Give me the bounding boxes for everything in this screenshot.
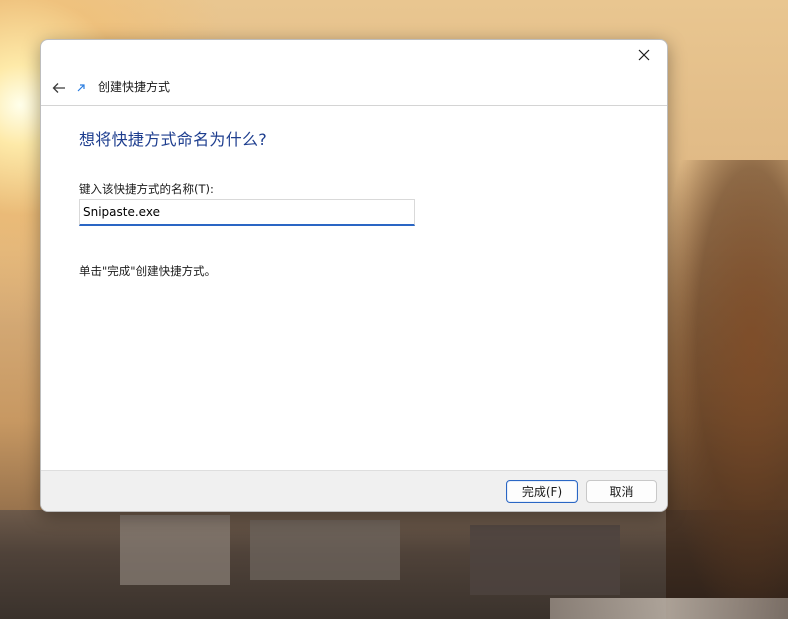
shortcut-name-input[interactable] [79, 199, 415, 226]
close-button[interactable] [621, 40, 667, 70]
finish-hint: 单击"完成"创建快捷方式。 [79, 264, 217, 278]
create-shortcut-dialog: 创建快捷方式 想将快捷方式命名为什么? 键入该快捷方式的名称(T): 单击"完成… [40, 39, 668, 512]
wallpaper-house [470, 525, 620, 595]
back-button[interactable] [47, 76, 71, 100]
shortcut-icon [75, 82, 87, 94]
close-icon [638, 49, 650, 61]
name-field-label: 键入该快捷方式的名称(T): [79, 182, 214, 196]
page-heading: 想将快捷方式命名为什么? [79, 130, 268, 149]
dialog-title: 创建快捷方式 [98, 80, 171, 94]
button-bar: 完成(F) 取消 [41, 470, 667, 511]
cancel-button[interactable]: 取消 [586, 480, 657, 503]
wallpaper-house [250, 520, 400, 580]
wallpaper-water [550, 598, 788, 619]
finish-button[interactable]: 完成(F) [506, 480, 578, 503]
wallpaper-grass [666, 160, 788, 619]
wizard-header: 创建快捷方式 [41, 70, 667, 106]
wallpaper-house [120, 515, 230, 585]
back-arrow-icon [52, 83, 65, 93]
